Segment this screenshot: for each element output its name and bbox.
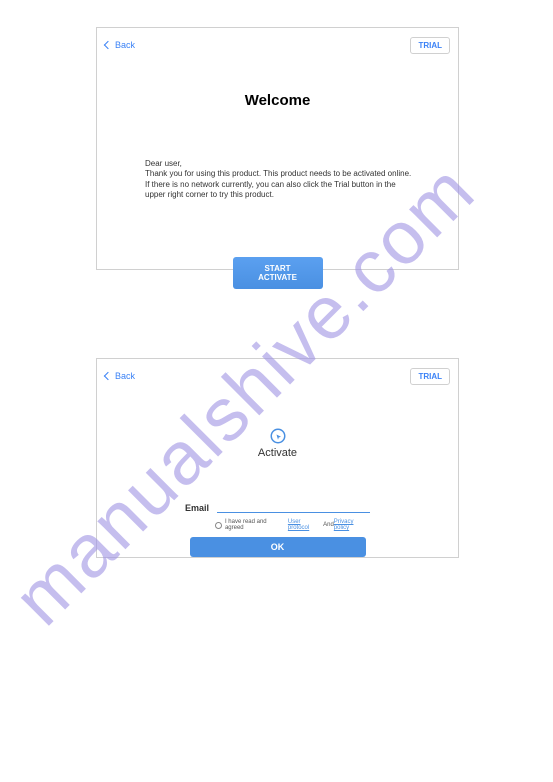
body-line2: If there is no network currently, you ca…	[145, 180, 418, 201]
greeting-text: Dear user,	[145, 159, 418, 169]
agree-row: I have read and agreed User protocol And…	[215, 519, 370, 531]
panel2-header: Back TRIAL	[97, 359, 458, 387]
trial-button[interactable]: TRIAL	[410, 37, 450, 54]
start-activate-button[interactable]: START ACTIVATE	[233, 257, 323, 289]
agree-checkbox[interactable]	[215, 522, 222, 529]
ok-button[interactable]: OK	[190, 537, 366, 557]
chevron-left-icon	[104, 372, 112, 380]
agree-text: I have read and agreed	[225, 519, 286, 531]
activate-cursor-icon	[269, 427, 287, 445]
panel1-header: Back TRIAL	[97, 28, 458, 56]
body-line1: Thank you for using this product. This p…	[145, 169, 418, 179]
and-text: And	[323, 522, 334, 528]
activate-title: Activate	[97, 447, 458, 459]
back-button[interactable]: Back	[105, 371, 135, 381]
back-label: Back	[115, 371, 135, 381]
back-button[interactable]: Back	[105, 40, 135, 50]
email-row: Email	[185, 499, 370, 513]
chevron-left-icon	[104, 41, 112, 49]
back-label: Back	[115, 40, 135, 50]
welcome-title: Welcome	[97, 92, 458, 109]
privacy-policy-link[interactable]: Privacy policy	[334, 519, 370, 531]
welcome-body: Dear user, Thank you for using this prod…	[145, 159, 418, 201]
welcome-panel: Back TRIAL Welcome Dear user, Thank you …	[96, 27, 459, 270]
user-protocol-link[interactable]: User protocol	[288, 519, 323, 531]
activate-panel: Back TRIAL Activate Email I have read an…	[96, 358, 459, 558]
email-label: Email	[185, 503, 209, 513]
trial-button[interactable]: TRIAL	[410, 368, 450, 385]
email-input[interactable]	[217, 499, 370, 513]
